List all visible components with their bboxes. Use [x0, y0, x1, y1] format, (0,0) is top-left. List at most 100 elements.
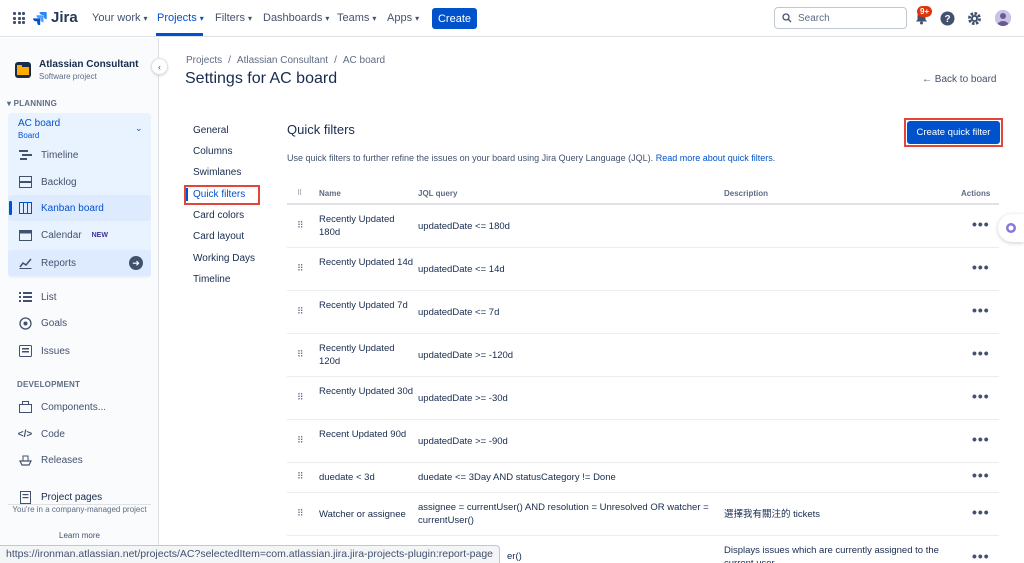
- sidebar-item-issues[interactable]: Issues: [17, 344, 70, 358]
- breadcrumb-separator: /: [228, 55, 231, 66]
- table-row: ⠿ Recently Updated 7d updatedDate <= 7d …: [287, 291, 999, 334]
- user-avatar[interactable]: [995, 10, 1011, 26]
- sidebar-item-backlog[interactable]: Backlog: [17, 175, 77, 189]
- assistant-float-button[interactable]: [998, 214, 1024, 242]
- search-input[interactable]: Search: [774, 7, 907, 29]
- sidebar-item-releases[interactable]: Releases: [17, 453, 83, 467]
- app-switcher-icon[interactable]: [13, 12, 25, 24]
- nav-filters-label: Filters: [215, 12, 245, 24]
- search-placeholder: Search: [798, 12, 830, 24]
- more-actions-icon[interactable]: •••: [972, 548, 990, 563]
- goals-target-icon: [17, 316, 33, 330]
- code-icon: </>: [17, 428, 33, 440]
- sidebar-item-components[interactable]: Components...: [17, 400, 106, 414]
- more-actions-icon[interactable]: •••: [972, 302, 990, 318]
- settings-nav-card-layout[interactable]: Card layout: [193, 231, 244, 242]
- backlog-icon: [17, 175, 33, 189]
- breadcrumb-project[interactable]: Atlassian Consultant: [237, 55, 328, 66]
- table-row: ⠿ duedate < 3d duedate <= 3Day AND statu…: [287, 463, 999, 493]
- nav-filters[interactable]: Filters ▾: [215, 12, 252, 24]
- back-to-board-link[interactable]: ← Back to board: [922, 74, 996, 85]
- sidebar-item-code[interactable]: </> Code: [17, 427, 65, 441]
- drag-handle-icon[interactable]: ⠿: [297, 392, 304, 403]
- sidebar-item-kanban-board[interactable]: Kanban board: [17, 201, 104, 215]
- timeline-icon: [17, 148, 33, 162]
- filter-jql: updatedDate >= -90d: [418, 436, 508, 447]
- settings-nav-working-days[interactable]: Working Days: [193, 253, 255, 264]
- filter-jql: duedate <= 3Day AND statusCategory != Do…: [418, 472, 616, 483]
- filter-name: Watcher or assignee: [319, 509, 406, 520]
- more-actions-icon[interactable]: •••: [972, 259, 990, 275]
- sidebar-item-label: List: [41, 291, 57, 303]
- issues-icon: [17, 344, 33, 358]
- sidebar-item-list[interactable]: List: [17, 290, 57, 304]
- drag-handle-icon: ⠿: [297, 190, 302, 197]
- drag-handle-icon[interactable]: ⠿: [297, 508, 304, 519]
- column-header-actions: Actions: [961, 189, 991, 198]
- nav-dashboards[interactable]: Dashboards ▾: [263, 12, 329, 24]
- breadcrumb-separator: /: [334, 55, 337, 66]
- arrow-right-icon[interactable]: ➜: [129, 256, 143, 270]
- settings-nav-timeline[interactable]: Timeline: [193, 274, 230, 285]
- sidebar-item-goals[interactable]: Goals: [17, 316, 67, 330]
- project-mode-text: You're in a company-managed project: [12, 505, 147, 514]
- more-actions-icon[interactable]: •••: [972, 388, 990, 404]
- settings-nav-card-colors[interactable]: Card colors: [193, 210, 244, 221]
- reports-chart-icon: [17, 256, 33, 270]
- settings-nav-quick-filters[interactable]: Quick filters: [193, 189, 245, 200]
- more-actions-icon[interactable]: •••: [972, 345, 990, 361]
- drag-handle-icon[interactable]: ⠿: [297, 435, 304, 446]
- settings-nav-swimlanes[interactable]: Swimlanes: [193, 167, 241, 178]
- filter-name: Recently Updated 180d: [319, 214, 395, 238]
- nav-projects-label: Projects: [157, 12, 197, 24]
- nav-your-work[interactable]: Your work ▾: [92, 12, 148, 24]
- nav-apps[interactable]: Apps ▾: [387, 12, 419, 24]
- notifications-badge: 9+: [917, 6, 933, 17]
- create-button[interactable]: Create: [432, 8, 477, 29]
- board-switcher-chevron-icon[interactable]: ⌄: [135, 123, 143, 134]
- settings-gear-icon[interactable]: [966, 10, 982, 26]
- jira-logo-icon: [33, 11, 47, 25]
- chevron-down-icon: ▾: [372, 13, 377, 23]
- breadcrumb-projects[interactable]: Projects: [186, 55, 222, 66]
- more-actions-icon[interactable]: •••: [972, 216, 990, 232]
- page-title: Settings for AC board: [185, 70, 338, 87]
- top-navigation: Jira Your work ▾ Projects ▾ Filters ▾ Dashb…: [0, 0, 1024, 37]
- sidebar-item-timeline[interactable]: Timeline: [17, 148, 78, 162]
- planning-section-toggle[interactable]: ▾ PLANNING: [7, 99, 57, 108]
- filter-jql: updatedDate <= 7d: [418, 307, 500, 318]
- project-name[interactable]: Atlassian Consultant: [39, 59, 138, 70]
- development-section-label: DEVELOPMENT: [17, 380, 81, 389]
- read-more-link[interactable]: Read more about quick filters.: [656, 153, 776, 163]
- search-icon: [782, 13, 792, 23]
- drag-handle-icon[interactable]: ⠿: [297, 220, 304, 231]
- breadcrumb: Projects / Atlassian Consultant / AC boa…: [186, 55, 385, 66]
- jira-logo[interactable]: Jira: [33, 9, 78, 26]
- more-actions-icon[interactable]: •••: [972, 467, 990, 483]
- create-quick-filter-button[interactable]: Create quick filter: [907, 121, 1000, 144]
- more-actions-icon[interactable]: •••: [972, 431, 990, 447]
- sidebar-item-label: Releases: [41, 454, 83, 466]
- board-columns-icon: [17, 201, 33, 215]
- drag-handle-icon[interactable]: ⠿: [297, 263, 304, 274]
- sidebar-item-project-pages[interactable]: Project pages: [17, 490, 102, 504]
- help-icon[interactable]: ?: [939, 10, 955, 26]
- nav-dashboards-label: Dashboards: [263, 12, 323, 24]
- board-name[interactable]: AC board: [18, 118, 60, 129]
- settings-nav-columns[interactable]: Columns: [193, 146, 232, 157]
- drag-handle-icon[interactable]: ⠿: [297, 349, 304, 360]
- drag-handle-icon[interactable]: ⠿: [297, 306, 304, 317]
- sidebar-item-reports[interactable]: Reports: [17, 256, 76, 270]
- nav-teams[interactable]: Teams ▾: [337, 12, 376, 24]
- nav-projects[interactable]: Projects ▾: [157, 12, 204, 24]
- filter-name: Recently Updated 14d: [319, 257, 414, 268]
- settings-nav-general[interactable]: General: [193, 125, 229, 136]
- planning-section-label: PLANNING: [13, 99, 58, 108]
- learn-more-link[interactable]: Learn more: [0, 531, 159, 540]
- sidebar-item-label: Goals: [41, 317, 68, 329]
- collapse-sidebar-button[interactable]: ‹: [151, 58, 168, 75]
- drag-handle-icon[interactable]: ⠿: [297, 471, 304, 482]
- more-actions-icon[interactable]: •••: [972, 504, 990, 520]
- breadcrumb-board[interactable]: AC board: [343, 55, 385, 66]
- sidebar-item-calendar[interactable]: Calendar NEW: [17, 228, 108, 242]
